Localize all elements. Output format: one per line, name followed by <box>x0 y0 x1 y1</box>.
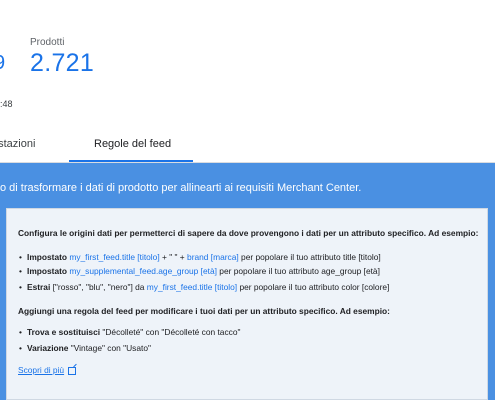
rule-action: Impostato <box>27 266 68 276</box>
list-item: Impostato my_first_feed.title [titolo] +… <box>19 252 381 262</box>
rule-action: Variazione <box>27 343 69 353</box>
rule-operator: + " " + <box>161 252 185 262</box>
tab-impostazioni[interactable]: ostazioni <box>0 138 35 150</box>
clipped-stat-value: 9 <box>0 52 5 75</box>
tab-bar: ostazioni Regole del feed <box>0 128 495 163</box>
rule-target: per popolare il tuo attributo color [col… <box>239 282 390 292</box>
learn-more-label: Scopri di più <box>18 365 65 375</box>
rule-detail: "Décolleté" con "Décolleté con tacco" <box>102 327 241 337</box>
rule-action: Trova e sostituisci <box>27 327 101 337</box>
attribute-link: brand [marca] <box>187 252 239 262</box>
attribute-link: my_first_feed.title [titolo] <box>69 252 160 262</box>
list-item: Variazione "Vintage" con "Usato" <box>19 343 151 353</box>
banner-title: o di trasformare i dati di prodotto per … <box>0 182 362 194</box>
last-update-time: :48 <box>0 99 13 109</box>
rule-target: per popolare il tuo attributo age_group … <box>219 266 380 276</box>
attribute-link: my_first_feed.title [titolo] <box>146 282 238 292</box>
learn-more-link[interactable]: Scopri di più <box>18 365 77 375</box>
info-card: Configura le origini dati per permetterc… <box>6 208 488 400</box>
intro-text: Configura le origini dati per permetterc… <box>18 228 479 238</box>
list-item: Estrai ["rosso", "blu", "nero"] da my_fi… <box>19 282 390 292</box>
products-count: 2.721 <box>30 49 95 77</box>
products-label: Prodotti <box>30 37 65 48</box>
external-link-icon <box>68 366 77 375</box>
tab-regole-del-feed[interactable]: Regole del feed <box>94 138 171 150</box>
rule-action: Impostato <box>27 252 68 262</box>
list-item: Impostato my_supplemental_feed.age_group… <box>19 266 380 276</box>
rule-target: per popolare il tuo attributo title [tit… <box>241 252 381 262</box>
attribute-link: my_supplemental_feed.age_group [età] <box>69 266 217 276</box>
intro-text-2: Aggiungi una regola del feed per modific… <box>18 306 390 316</box>
list-item: Trova e sostituisci "Décolleté" con "Déc… <box>19 327 241 337</box>
rule-detail: "Vintage" con "Usato" <box>70 343 151 353</box>
rule-values: ["rosso", "blu", "nero"] da <box>52 282 145 292</box>
rule-action: Estrai <box>27 282 51 292</box>
